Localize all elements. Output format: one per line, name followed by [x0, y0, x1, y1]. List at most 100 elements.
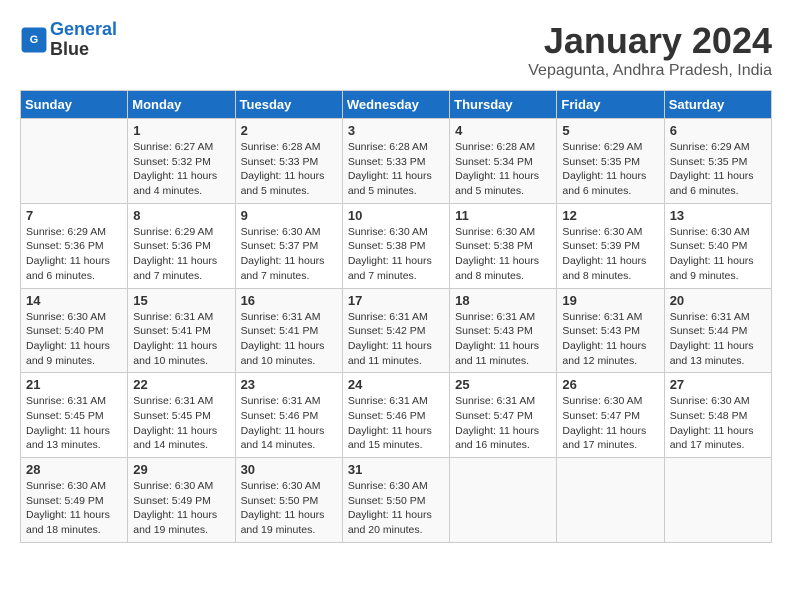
- day-cell: 18 Sunrise: 6:31 AMSunset: 5:43 PMDayligh…: [450, 288, 557, 373]
- day-number: 21: [26, 377, 122, 392]
- day-number: 18: [455, 293, 551, 308]
- day-number: 5: [562, 123, 658, 138]
- day-number: 13: [670, 208, 766, 223]
- day-info: Sunrise: 6:30 AMSunset: 5:40 PMDaylight:…: [26, 310, 122, 369]
- day-info: Sunrise: 6:31 AMSunset: 5:46 PMDaylight:…: [241, 394, 337, 453]
- day-number: 20: [670, 293, 766, 308]
- day-info: Sunrise: 6:29 AMSunset: 5:35 PMDaylight:…: [562, 140, 658, 199]
- day-info: Sunrise: 6:30 AMSunset: 5:40 PMDaylight:…: [670, 225, 766, 284]
- day-cell: 28 Sunrise: 6:30 AMSunset: 5:49 PMDayligh…: [21, 458, 128, 543]
- day-cell: 2Sunrise: 6:28 AMSunset: 5:33 PMDaylight…: [235, 119, 342, 204]
- day-info: Sunrise: 6:30 AMSunset: 5:50 PMDaylight:…: [348, 479, 444, 538]
- day-info: Sunrise: 6:30 AMSunset: 5:38 PMDaylight:…: [348, 225, 444, 284]
- day-cell: 4Sunrise: 6:28 AMSunset: 5:34 PMDaylight…: [450, 119, 557, 204]
- day-number: 15: [133, 293, 229, 308]
- day-info: Sunrise: 6:31 AMSunset: 5:43 PMDaylight:…: [455, 310, 551, 369]
- day-info: Sunrise: 6:30 AMSunset: 5:38 PMDaylight:…: [455, 225, 551, 284]
- day-cell: 10Sunrise: 6:30 AMSunset: 5:38 PMDayligh…: [342, 203, 449, 288]
- day-info: Sunrise: 6:30 AMSunset: 5:49 PMDaylight:…: [26, 479, 122, 538]
- day-cell: 24 Sunrise: 6:31 AMSunset: 5:46 PMDayligh…: [342, 373, 449, 458]
- day-number: 27: [670, 377, 766, 392]
- month-title: January 2024: [528, 20, 772, 62]
- title-area: January 2024 Vepagunta, Andhra Pradesh, …: [528, 20, 772, 80]
- column-header-friday: Friday: [557, 91, 664, 119]
- day-number: 22: [133, 377, 229, 392]
- day-number: 28: [26, 462, 122, 477]
- week-row-1: 1Sunrise: 6:27 AMSunset: 5:32 PMDaylight…: [21, 119, 772, 204]
- day-cell: 30Sunrise: 6:30 AMSunset: 5:50 PMDayligh…: [235, 458, 342, 543]
- day-info: Sunrise: 6:30 AMSunset: 5:37 PMDaylight:…: [241, 225, 337, 284]
- day-cell: 15 Sunrise: 6:31 AMSunset: 5:41 PMDayligh…: [128, 288, 235, 373]
- week-row-2: 7Sunrise: 6:29 AMSunset: 5:36 PMDaylight…: [21, 203, 772, 288]
- day-cell: [21, 119, 128, 204]
- day-cell: [450, 458, 557, 543]
- day-info: Sunrise: 6:29 AMSunset: 5:36 PMDaylight:…: [133, 225, 229, 284]
- page-header: G General Blue January 2024 Vepagunta, A…: [20, 20, 772, 80]
- day-number: 12: [562, 208, 658, 223]
- day-info: Sunrise: 6:30 AMSunset: 5:48 PMDaylight:…: [670, 394, 766, 453]
- day-number: 2: [241, 123, 337, 138]
- day-cell: 31 Sunrise: 6:30 AMSunset: 5:50 PMDayligh…: [342, 458, 449, 543]
- svg-text:G: G: [30, 34, 38, 46]
- day-cell: 1Sunrise: 6:27 AMSunset: 5:32 PMDaylight…: [128, 119, 235, 204]
- location-subtitle: Vepagunta, Andhra Pradesh, India: [528, 62, 772, 80]
- day-info: Sunrise: 6:30 AMSunset: 5:47 PMDaylight:…: [562, 394, 658, 453]
- day-cell: 23 Sunrise: 6:31 AMSunset: 5:46 PMDayligh…: [235, 373, 342, 458]
- column-header-wednesday: Wednesday: [342, 91, 449, 119]
- day-cell: 21Sunrise: 6:31 AMSunset: 5:45 PMDayligh…: [21, 373, 128, 458]
- day-cell: 17Sunrise: 6:31 AMSunset: 5:42 PMDayligh…: [342, 288, 449, 373]
- day-cell: 6 Sunrise: 6:29 AMSunset: 5:35 PMDaylight…: [664, 119, 771, 204]
- day-cell: 12Sunrise: 6:30 AMSunset: 5:39 PMDayligh…: [557, 203, 664, 288]
- calendar-header: SundayMondayTuesdayWednesdayThursdayFrid…: [21, 91, 772, 119]
- day-cell: 7Sunrise: 6:29 AMSunset: 5:36 PMDaylight…: [21, 203, 128, 288]
- day-info: Sunrise: 6:28 AMSunset: 5:33 PMDaylight:…: [348, 140, 444, 199]
- day-cell: 29Sunrise: 6:30 AMSunset: 5:49 PMDayligh…: [128, 458, 235, 543]
- day-cell: 11 Sunrise: 6:30 AMSunset: 5:38 PMDayligh…: [450, 203, 557, 288]
- week-row-5: 28 Sunrise: 6:30 AMSunset: 5:49 PMDayligh…: [21, 458, 772, 543]
- column-header-monday: Monday: [128, 91, 235, 119]
- day-cell: 25 Sunrise: 6:31 AMSunset: 5:47 PMDayligh…: [450, 373, 557, 458]
- day-number: 14: [26, 293, 122, 308]
- logo: G General Blue: [20, 20, 117, 60]
- day-number: 11: [455, 208, 551, 223]
- day-number: 3: [348, 123, 444, 138]
- day-number: 8: [133, 208, 229, 223]
- column-header-sunday: Sunday: [21, 91, 128, 119]
- day-info: Sunrise: 6:31 AMSunset: 5:41 PMDaylight:…: [241, 310, 337, 369]
- day-number: 19: [562, 293, 658, 308]
- day-number: 31: [348, 462, 444, 477]
- day-info: Sunrise: 6:29 AMSunset: 5:35 PMDaylight:…: [670, 140, 766, 199]
- calendar-table: SundayMondayTuesdayWednesdayThursdayFrid…: [20, 90, 772, 543]
- day-cell: 26Sunrise: 6:30 AMSunset: 5:47 PMDayligh…: [557, 373, 664, 458]
- day-number: 4: [455, 123, 551, 138]
- day-number: 6: [670, 123, 766, 138]
- day-cell: 19 Sunrise: 6:31 AMSunset: 5:43 PMDayligh…: [557, 288, 664, 373]
- day-cell: 20 Sunrise: 6:31 AMSunset: 5:44 PMDayligh…: [664, 288, 771, 373]
- week-row-4: 21Sunrise: 6:31 AMSunset: 5:45 PMDayligh…: [21, 373, 772, 458]
- day-cell: 16 Sunrise: 6:31 AMSunset: 5:41 PMDayligh…: [235, 288, 342, 373]
- day-number: 23: [241, 377, 337, 392]
- logo-text: General Blue: [50, 20, 117, 60]
- day-cell: [557, 458, 664, 543]
- day-cell: [664, 458, 771, 543]
- day-info: Sunrise: 6:31 AMSunset: 5:42 PMDaylight:…: [348, 310, 444, 369]
- day-info: Sunrise: 6:29 AMSunset: 5:36 PMDaylight:…: [26, 225, 122, 284]
- day-info: Sunrise: 6:31 AMSunset: 5:47 PMDaylight:…: [455, 394, 551, 453]
- day-number: 24: [348, 377, 444, 392]
- day-number: 9: [241, 208, 337, 223]
- day-info: Sunrise: 6:31 AMSunset: 5:43 PMDaylight:…: [562, 310, 658, 369]
- day-cell: 5 Sunrise: 6:29 AMSunset: 5:35 PMDaylight…: [557, 119, 664, 204]
- day-cell: 14 Sunrise: 6:30 AMSunset: 5:40 PMDayligh…: [21, 288, 128, 373]
- day-info: Sunrise: 6:31 AMSunset: 5:41 PMDaylight:…: [133, 310, 229, 369]
- day-info: Sunrise: 6:31 AMSunset: 5:44 PMDaylight:…: [670, 310, 766, 369]
- day-cell: 9 Sunrise: 6:30 AMSunset: 5:37 PMDaylight…: [235, 203, 342, 288]
- week-row-3: 14 Sunrise: 6:30 AMSunset: 5:40 PMDayligh…: [21, 288, 772, 373]
- day-cell: 3 Sunrise: 6:28 AMSunset: 5:33 PMDaylight…: [342, 119, 449, 204]
- day-number: 1: [133, 123, 229, 138]
- day-info: Sunrise: 6:31 AMSunset: 5:46 PMDaylight:…: [348, 394, 444, 453]
- day-cell: 13 Sunrise: 6:30 AMSunset: 5:40 PMDayligh…: [664, 203, 771, 288]
- day-cell: 8 Sunrise: 6:29 AMSunset: 5:36 PMDaylight…: [128, 203, 235, 288]
- day-number: 16: [241, 293, 337, 308]
- day-number: 25: [455, 377, 551, 392]
- day-info: Sunrise: 6:30 AMSunset: 5:49 PMDaylight:…: [133, 479, 229, 538]
